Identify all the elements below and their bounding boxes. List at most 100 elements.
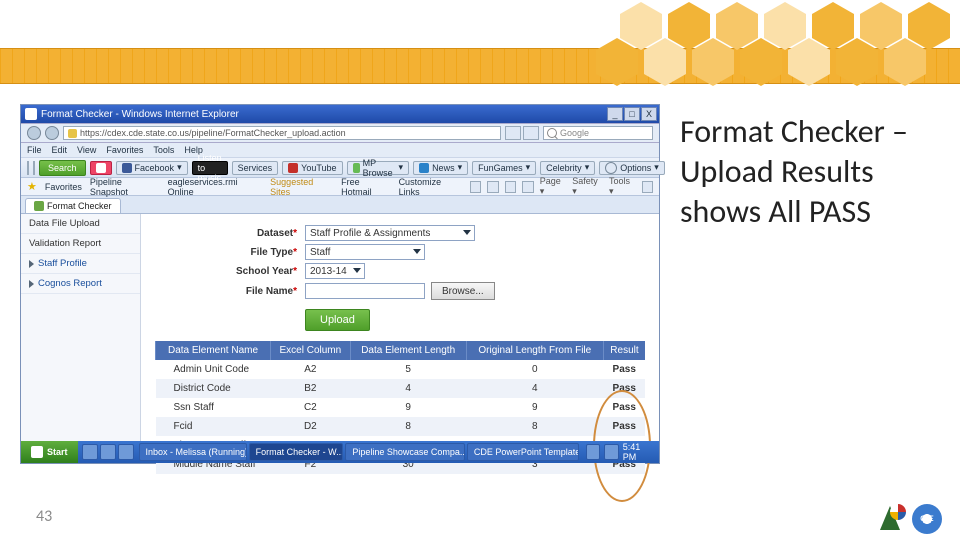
start-label: Start: [47, 447, 68, 457]
celeb-label: Celebrity: [546, 163, 582, 173]
nav-cognos-report[interactable]: Cognos Report: [21, 274, 140, 294]
expand-icon: [29, 260, 34, 268]
task-format-checker[interactable]: Format Checker - W...: [249, 443, 344, 461]
fav-item-suggested[interactable]: Suggested Sites: [270, 177, 333, 197]
cell-name: Ssn Staff: [156, 398, 271, 417]
cell-name: District Code: [156, 379, 271, 398]
cell-orig: 9: [466, 398, 603, 417]
browse-button[interactable]: Browse...: [431, 282, 495, 300]
fav-item-pipeline[interactable]: Pipeline Snapshot: [90, 177, 160, 197]
close-button[interactable]: X: [641, 107, 657, 121]
start-button[interactable]: Start: [21, 441, 78, 463]
task-pipeline-showcase[interactable]: Pipeline Showcase Compa...: [345, 443, 465, 461]
print-icon[interactable]: [522, 181, 533, 193]
home-icon[interactable]: [470, 181, 481, 193]
cell-len: 9: [350, 398, 466, 417]
cell-orig: 0: [466, 360, 603, 379]
toolbar-search-input[interactable]: [33, 161, 35, 175]
tray-icon[interactable]: [604, 444, 619, 460]
news-label: News: [432, 163, 455, 173]
toolbar-chip-youtube[interactable]: YouTube: [282, 161, 342, 175]
maximize-button[interactable]: □: [624, 107, 640, 121]
cell-len: 8: [350, 417, 466, 436]
lock-icon: [68, 129, 77, 138]
toolbar-chip-services[interactable]: Services: [232, 161, 279, 175]
nav-staff-profile[interactable]: Staff Profile: [21, 254, 140, 274]
url-text: https://cdex.cde.state.co.us/pipeline/Fo…: [80, 128, 346, 138]
ie-icon: [25, 108, 37, 120]
back-button[interactable]: [27, 126, 41, 140]
task-inbox[interactable]: Inbox - Melissa (Running): [139, 443, 247, 461]
toolbar-chip-celeb[interactable]: Celebrity▾: [540, 161, 595, 175]
footer-logos: CDE: [876, 504, 942, 534]
star-icon[interactable]: ★: [27, 180, 37, 193]
cell-len: 4: [350, 379, 466, 398]
filename-input[interactable]: [305, 283, 425, 299]
mail-icon[interactable]: [505, 181, 516, 193]
help-icon[interactable]: [642, 181, 653, 193]
colorado-logo-icon: [876, 504, 906, 534]
task-cde-ppt[interactable]: CDE PowerPoint Template: [467, 443, 579, 461]
menu-view[interactable]: View: [77, 145, 96, 155]
toolbar-search-button[interactable]: Search: [39, 160, 86, 176]
fav-item-hotmail[interactable]: Free Hotmail: [341, 177, 390, 197]
cell-col: B2: [271, 379, 351, 398]
feeds-icon[interactable]: [487, 181, 498, 193]
cell-result: Pass: [603, 398, 645, 417]
toolbar-chip-news[interactable]: News▾: [413, 161, 468, 175]
forward-button[interactable]: [45, 126, 59, 140]
upload-button[interactable]: Upload: [305, 309, 370, 331]
browser-tab[interactable]: Format Checker: [25, 198, 121, 213]
options-label: Options: [620, 163, 651, 173]
side-nav: Data File Upload Validation Report Staff…: [21, 214, 141, 449]
nav-validation-report[interactable]: Validation Report: [21, 234, 140, 254]
menu-tools[interactable]: Tools: [153, 145, 174, 155]
youtube-label: YouTube: [301, 163, 336, 173]
window-title: Format Checker - Windows Internet Explor…: [41, 109, 239, 120]
menu-favorites[interactable]: Favorites: [106, 145, 143, 155]
filetype-select[interactable]: Staff: [305, 244, 425, 260]
news-icon: [419, 163, 429, 173]
browser-window: Format Checker - Windows Internet Explor…: [20, 104, 660, 464]
favorites-bar: ★ Favorites Pipeline Snapshot eagleservi…: [21, 178, 659, 196]
page-menu[interactable]: Page ▾: [540, 176, 567, 197]
fav-item-custom[interactable]: Customize Links: [399, 177, 462, 197]
tools-menu[interactable]: Tools ▾: [609, 176, 636, 197]
menu-file[interactable]: File: [27, 145, 42, 155]
tray-icon[interactable]: [586, 444, 601, 460]
nav-data-file-upload[interactable]: Data File Upload: [21, 214, 140, 234]
ql-icon[interactable]: [100, 444, 116, 460]
windows-logo-icon: [31, 446, 43, 458]
refresh-button[interactable]: [505, 126, 521, 140]
toolbar-logo-icon[interactable]: [27, 161, 29, 175]
cell-col: C2: [271, 398, 351, 417]
cell-len: 5: [350, 360, 466, 379]
safety-menu[interactable]: Safety ▾: [572, 176, 603, 197]
menu-edit[interactable]: Edit: [52, 145, 68, 155]
browser-search-input[interactable]: Google: [543, 126, 653, 140]
ql-icon[interactable]: [118, 444, 134, 460]
toolbar-chip-mpbrowse[interactable]: MP Browse▾: [347, 161, 410, 175]
ql-icon[interactable]: [82, 444, 98, 460]
toolbar-chip-listen[interactable]: Listen to music: [192, 161, 228, 175]
schoolyear-select[interactable]: 2013-14: [305, 263, 365, 279]
nav-cognos-report-label: Cognos Report: [38, 278, 102, 289]
fav-item-eagle[interactable]: eagleservices.rmi Online: [168, 177, 263, 197]
honeycomb-pattern: [580, 0, 960, 102]
window-titlebar: Format Checker - Windows Internet Explor…: [21, 105, 659, 123]
slide-caption: Format Checker – Upload Results shows Al…: [680, 112, 940, 232]
flame-icon: [96, 163, 106, 173]
toolbar-options[interactable]: Options▾: [599, 161, 665, 175]
schoolyear-label: School Year*: [155, 266, 305, 277]
services-label: Services: [238, 163, 273, 173]
cell-result: Pass: [603, 417, 645, 436]
dataset-select[interactable]: Staff Profile & Assignments: [305, 225, 475, 241]
url-field[interactable]: https://cdex.cde.state.co.us/pipeline/Fo…: [63, 126, 501, 140]
minimize-button[interactable]: _: [607, 107, 623, 121]
toolbar-chip-hot[interactable]: [90, 161, 112, 175]
expand-icon: [29, 280, 34, 288]
toolbar-chip-fun[interactable]: FunGames▾: [472, 161, 536, 175]
tab-label: Format Checker: [47, 201, 112, 211]
stop-button[interactable]: [523, 126, 539, 140]
toolbar-chip-facebook[interactable]: Facebook▾: [116, 161, 188, 175]
